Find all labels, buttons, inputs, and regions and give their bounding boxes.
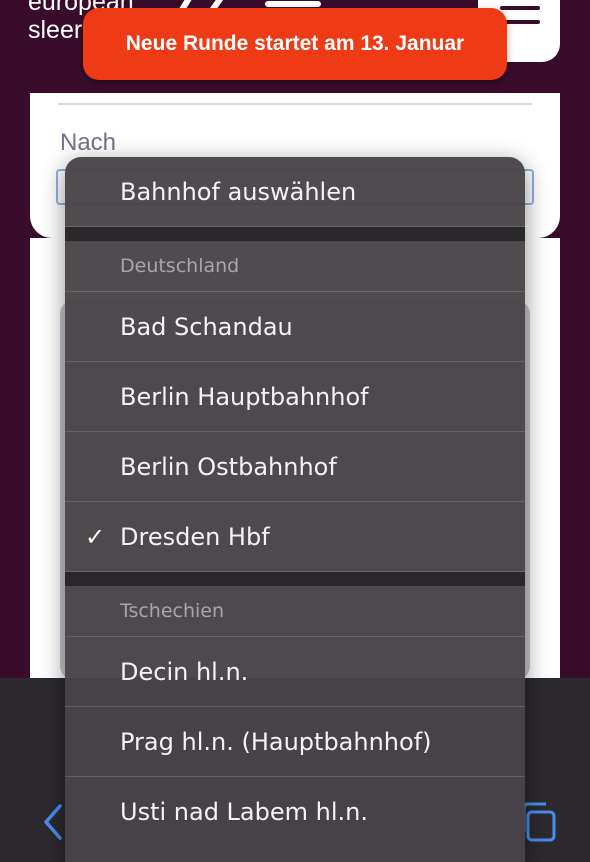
option-berlin-hauptbahnhof[interactable]: Berlin Hauptbahnhof (65, 362, 525, 432)
section-separator (65, 572, 525, 586)
option-label: Usti nad Labem hl.n. (120, 798, 368, 826)
option-label: Bahnhof auswählen (120, 177, 357, 206)
option-berlin-ostbahnhof[interactable]: Berlin Ostbahnhof (65, 432, 525, 502)
option-prag[interactable]: Prag hl.n. (Hauptbahnhof) (65, 707, 525, 777)
destination-label: Nach (60, 129, 117, 156)
section-header-tschechien: Tschechien (65, 586, 525, 637)
announcement-banner: Neue Runde startet am 13. Januar (83, 8, 507, 80)
option-dresden-hbf[interactable]: ✓ Dresden Hbf (65, 502, 525, 572)
hamburger-menu-icon (500, 6, 540, 10)
option-label: Decin hl.n. (120, 657, 249, 686)
picker-placeholder-option[interactable]: Bahnhof auswählen (65, 157, 525, 227)
divider (58, 103, 532, 105)
option-label: Prag hl.n. (Hauptbahnhof) (120, 727, 432, 756)
option-usti-nad-labem[interactable]: Usti nad Labem hl.n. (65, 777, 525, 847)
option-label: Berlin Ostbahnhof (120, 452, 337, 481)
keyboard-key[interactable] (0, 678, 14, 862)
option-label: Berlin Hauptbahnhof (120, 382, 369, 411)
option-label: Bad Schandau (120, 312, 293, 341)
option-bad-schandau[interactable]: Bad Schandau (65, 292, 525, 362)
option-decin[interactable]: Decin hl.n. (65, 637, 525, 707)
section-header-deutschland: Deutschland (65, 241, 525, 292)
tabs-icon[interactable] (520, 800, 560, 844)
section-title: Deutschland (120, 255, 240, 277)
station-picker: Bahnhof auswählen Deutschland Bad Schand… (65, 157, 525, 862)
section-title: Tschechien (120, 600, 225, 622)
checkmark-icon: ✓ (85, 522, 106, 551)
chevron-left-icon[interactable] (38, 800, 68, 844)
section-separator (65, 227, 525, 241)
option-label: Dresden Hbf (120, 522, 270, 551)
